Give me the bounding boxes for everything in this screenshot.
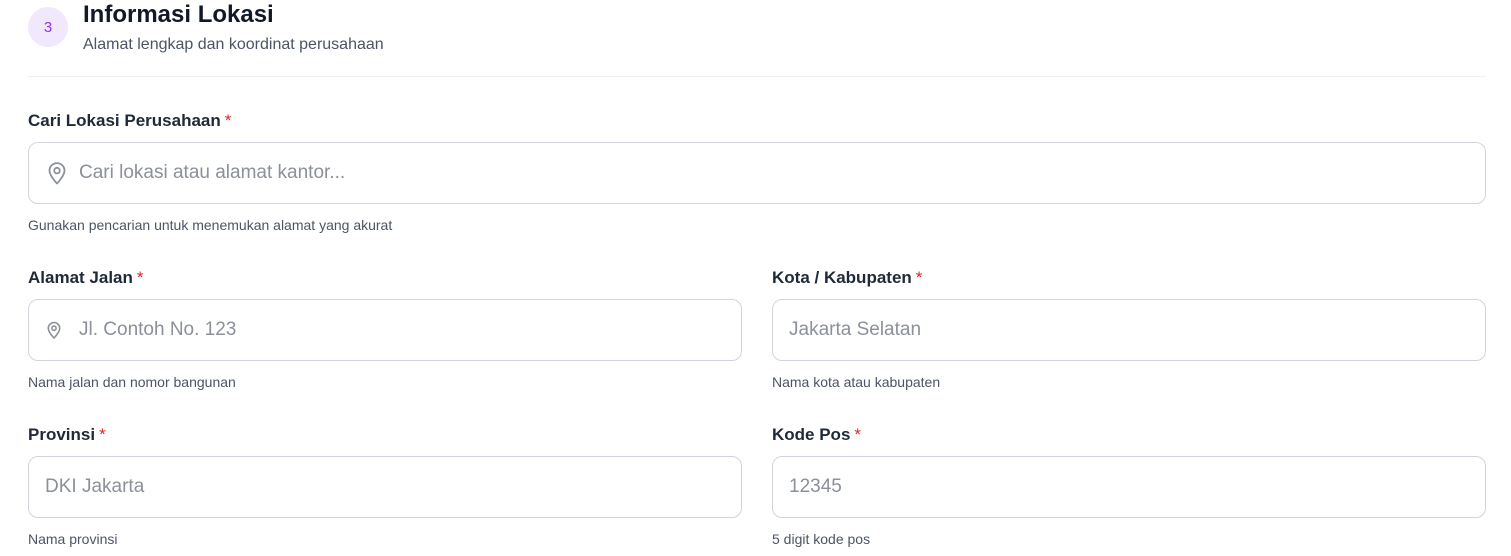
map-pin-icon <box>45 321 63 339</box>
city-field[interactable] <box>772 299 1486 361</box>
section-title: Informasi Lokasi <box>83 1 274 28</box>
province-label-text: Provinsi <box>28 425 96 444</box>
city-hint: Nama kota atau kabupaten <box>772 374 941 390</box>
step-number-badge: 3 <box>28 7 68 47</box>
postal-code-label-text: Kode Pos <box>772 425 851 444</box>
map-pin-icon <box>45 161 69 185</box>
city-label: Kota / Kabupaten * <box>772 267 922 289</box>
province-hint: Nama provinsi <box>28 531 118 547</box>
section-divider <box>28 76 1486 77</box>
street-address-hint: Nama jalan dan nomor bangunan <box>28 374 236 390</box>
postal-code-label: Kode Pos * <box>772 424 861 446</box>
required-asterisk: * <box>854 425 862 444</box>
street-address-input[interactable] <box>79 300 741 360</box>
postal-code-hint: 5 digit kode pos <box>772 531 871 547</box>
search-location-input[interactable] <box>79 143 1485 203</box>
required-asterisk: * <box>136 268 144 287</box>
required-asterisk: * <box>99 425 106 444</box>
street-address-label: Alamat Jalan * <box>28 267 144 289</box>
required-asterisk: * <box>915 268 923 287</box>
province-input[interactable] <box>45 457 741 517</box>
street-address-label-text: Alamat Jalan <box>28 268 133 287</box>
postal-code-field[interactable] <box>772 456 1486 518</box>
search-location-label-text: Cari Lokasi Perusahaan <box>28 111 221 130</box>
province-label: Provinsi * <box>28 424 106 446</box>
street-address-field[interactable] <box>28 299 742 361</box>
province-field[interactable] <box>28 456 742 518</box>
location-info-section: 3 Informasi Lokasi Alamat lengkap dan ko… <box>0 0 1511 556</box>
search-location-hint: Gunakan pencarian untuk menemukan alamat… <box>28 217 393 233</box>
postal-code-input[interactable] <box>789 457 1485 517</box>
search-location-label: Cari Lokasi Perusahaan * <box>28 110 231 132</box>
search-location-field[interactable] <box>28 142 1486 204</box>
city-input[interactable] <box>789 300 1485 360</box>
required-asterisk: * <box>224 111 232 130</box>
section-subtitle: Alamat lengkap dan koordinat perusahaan <box>83 36 384 53</box>
city-label-text: Kota / Kabupaten <box>772 268 912 287</box>
